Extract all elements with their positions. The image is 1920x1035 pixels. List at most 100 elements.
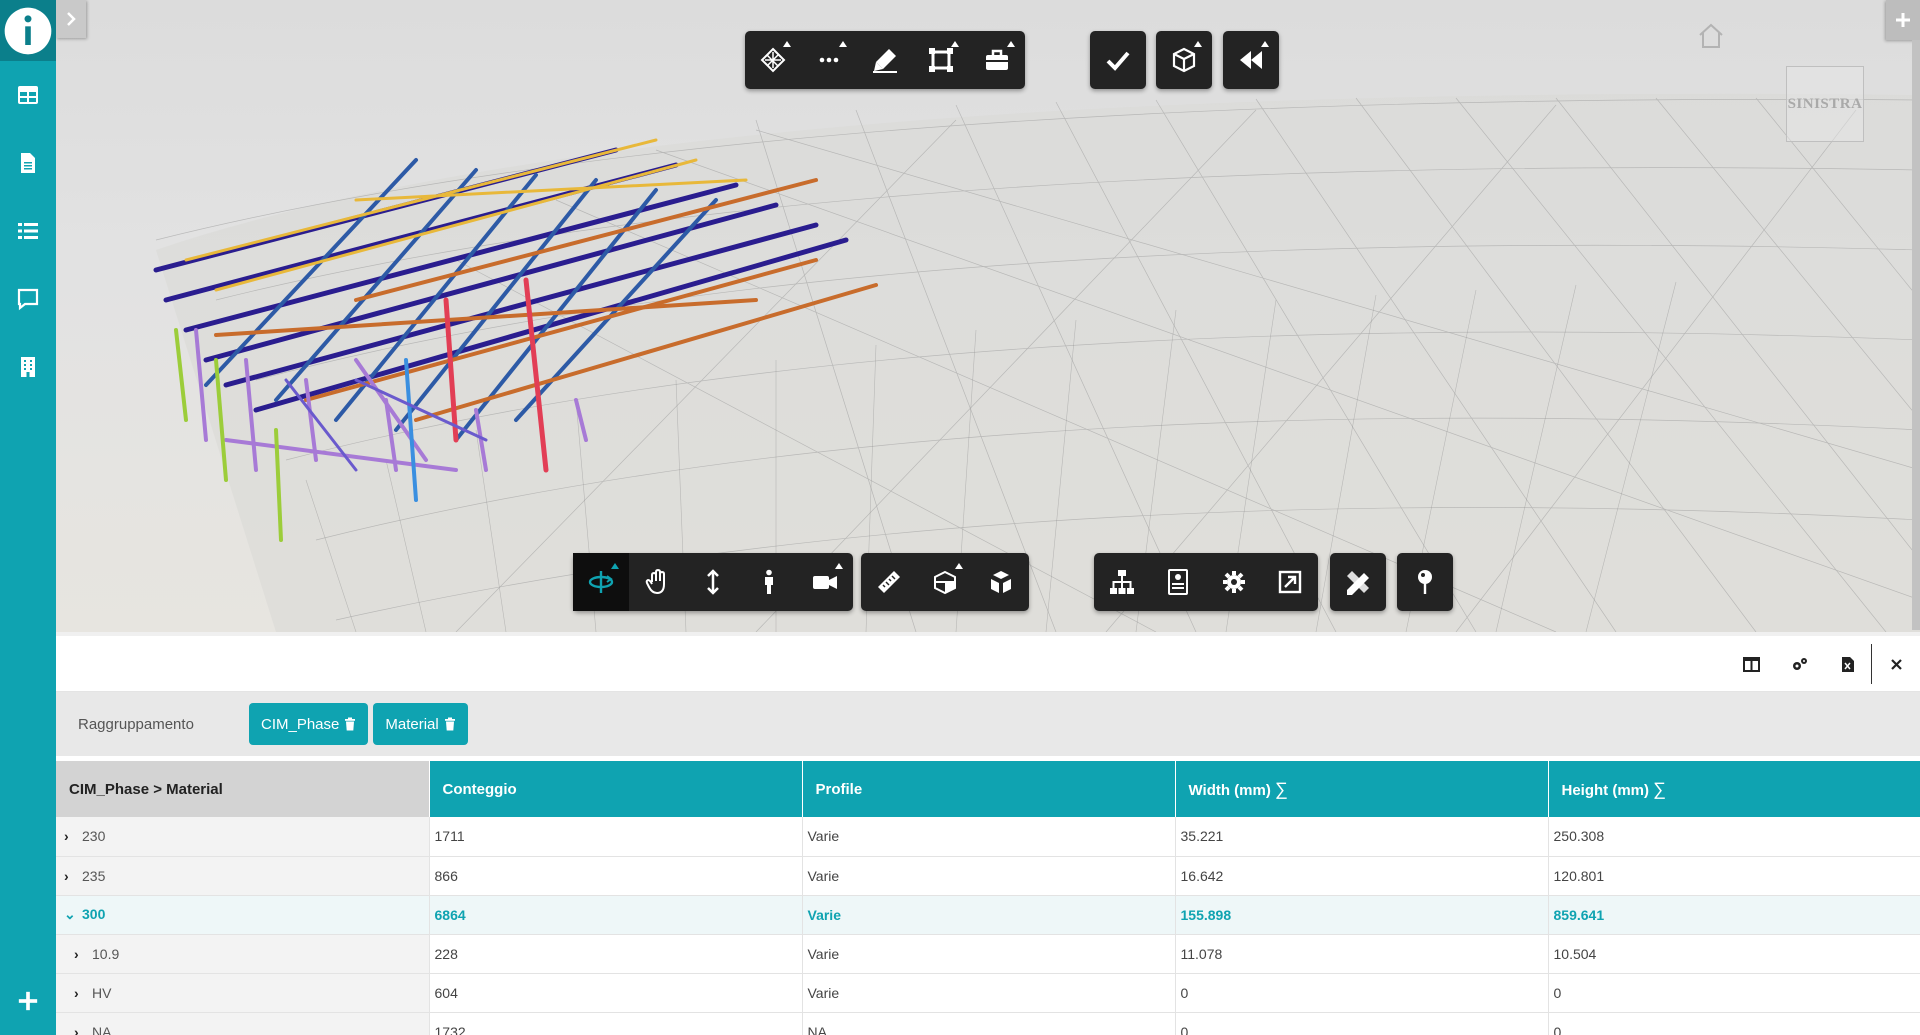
nav-toolbar-group (573, 553, 853, 611)
section-icon (934, 570, 956, 595)
pin-button[interactable] (1397, 553, 1453, 611)
model-toolbar-group (1094, 553, 1318, 611)
add-view-button[interactable] (1886, 0, 1920, 40)
cell-profile: Varie (802, 973, 1176, 1013)
cell-width: 16.642 (1175, 856, 1549, 896)
pin-icon (1418, 570, 1432, 594)
document-icon (21, 153, 35, 173)
expand-panel-button[interactable] (56, 0, 86, 38)
excel-export-button[interactable] (1823, 646, 1871, 682)
markup-tools-icon (1347, 571, 1369, 595)
rewind-button[interactable] (1223, 31, 1279, 89)
model-viewer[interactable]: SINISTRA (56, 0, 1920, 632)
camera-button[interactable] (797, 553, 853, 611)
expand-chevron-icon[interactable]: › (64, 868, 78, 884)
sigma-icon[interactable]: ∑ (1653, 779, 1666, 799)
object-view-button[interactable] (1156, 31, 1212, 89)
top-toolbar-group-4 (1223, 31, 1279, 89)
measure-icon (878, 571, 900, 593)
measure-button[interactable] (861, 553, 917, 611)
expand-chevron-icon[interactable]: › (74, 946, 88, 962)
section-button[interactable] (917, 553, 973, 611)
viewer-scrollbar[interactable] (1912, 40, 1920, 630)
markup-toolbar-group (1330, 553, 1386, 611)
home-view-button[interactable] (1696, 22, 1726, 50)
cube-icon (1172, 47, 1196, 73)
building-icon (21, 357, 35, 377)
column-settings-button[interactable] (1775, 646, 1823, 682)
selection-filter-button[interactable] (745, 31, 801, 89)
table-row[interactable]: › 10.9 228 Varie 11.078 10.504 (56, 934, 1920, 974)
model-tree-icon (1110, 570, 1134, 594)
row-group: 235 (82, 867, 106, 884)
table-row[interactable]: › 235 866 Varie 16.642 120.801 (56, 856, 1920, 896)
section-box-icon (929, 48, 953, 72)
cell-profile: Varie (802, 934, 1176, 974)
sidebar-item-table[interactable] (0, 61, 56, 129)
properties-button[interactable] (1150, 553, 1206, 611)
first-person-button[interactable] (741, 553, 797, 611)
column-header-profile[interactable]: Profile (802, 761, 1176, 817)
chevron-right-icon (67, 12, 76, 26)
fullscreen-button[interactable] (1262, 553, 1318, 611)
selection-filter-icon (760, 47, 786, 73)
expand-chevron-icon[interactable]: › (74, 1024, 88, 1035)
cell-width: 155.898 (1175, 895, 1549, 935)
confirm-button[interactable] (1090, 31, 1146, 89)
cell-profile: Varie (802, 895, 1176, 935)
panel-header (56, 636, 1920, 692)
sidebar-item-comments[interactable] (0, 265, 56, 333)
close-icon (1890, 658, 1902, 670)
orbit-button[interactable] (573, 553, 629, 611)
table-icon (18, 86, 38, 104)
grouping-chip-material[interactable]: Material (373, 703, 468, 745)
measure-toolbar-group (861, 553, 1029, 611)
column-header-width[interactable]: Width (mm) ∑ (1175, 761, 1549, 817)
collapse-chevron-icon[interactable]: ⌄ (64, 906, 78, 923)
viewcube[interactable]: SINISTRA (1786, 66, 1864, 142)
section-box-button[interactable] (913, 31, 969, 89)
trash-icon[interactable] (444, 717, 456, 731)
pin-toolbar-group (1397, 553, 1453, 611)
top-toolbar-group-1 (745, 31, 1025, 89)
column-header-group[interactable]: CIM_Phase > Material (56, 761, 430, 817)
table-row[interactable]: › 230 1711 Varie 35.221 250.308 (56, 817, 1920, 857)
excel-export-icon (1841, 656, 1854, 672)
cell-width: 0 (1175, 973, 1549, 1013)
expand-chevron-icon[interactable]: › (64, 828, 78, 844)
column-header-count[interactable]: Conteggio (429, 761, 803, 817)
panel-tools (1727, 644, 1920, 684)
home-icon (1699, 23, 1723, 48)
split-view-button[interactable] (1727, 646, 1775, 682)
cell-count: 6864 (429, 895, 803, 935)
table-row-expanded[interactable]: ⌄ 300 6864 Varie 155.898 859.641 (56, 895, 1920, 935)
highlighter-button[interactable] (857, 31, 913, 89)
sidebar-add-button[interactable] (0, 979, 56, 1023)
table-row[interactable]: › NA 1732 NA 0 0 (56, 1012, 1920, 1035)
zoom-button[interactable] (685, 553, 741, 611)
settings-button[interactable] (1206, 553, 1262, 611)
trash-icon[interactable] (344, 717, 356, 731)
zoom-icon (707, 569, 719, 595)
column-header-height[interactable]: Height (mm) ∑ (1548, 761, 1920, 817)
model-tree-button[interactable] (1094, 553, 1150, 611)
cell-height: 120.801 (1548, 856, 1920, 896)
more-options-button[interactable] (801, 31, 857, 89)
expand-chevron-icon[interactable]: › (74, 985, 88, 1001)
markup-tools-button[interactable] (1330, 553, 1386, 611)
row-group: 300 (82, 906, 106, 922)
sidebar-item-info[interactable] (0, 0, 56, 61)
sidebar-item-list[interactable] (0, 197, 56, 265)
close-panel-button[interactable] (1872, 646, 1920, 682)
table-row[interactable]: › HV 604 Varie 0 0 (56, 973, 1920, 1013)
row-group: 230 (82, 828, 106, 845)
cell-width: 11.078 (1175, 934, 1549, 974)
sigma-icon[interactable]: ∑ (1275, 779, 1288, 799)
toolbox-button[interactable] (969, 31, 1025, 89)
sidebar-item-building[interactable] (0, 333, 56, 401)
pan-button[interactable] (629, 553, 685, 611)
explode-button[interactable] (973, 553, 1029, 611)
rewind-icon (1240, 51, 1262, 69)
sidebar-item-document[interactable] (0, 129, 56, 197)
grouping-chip-cim-phase[interactable]: CIM_Phase (249, 703, 369, 745)
